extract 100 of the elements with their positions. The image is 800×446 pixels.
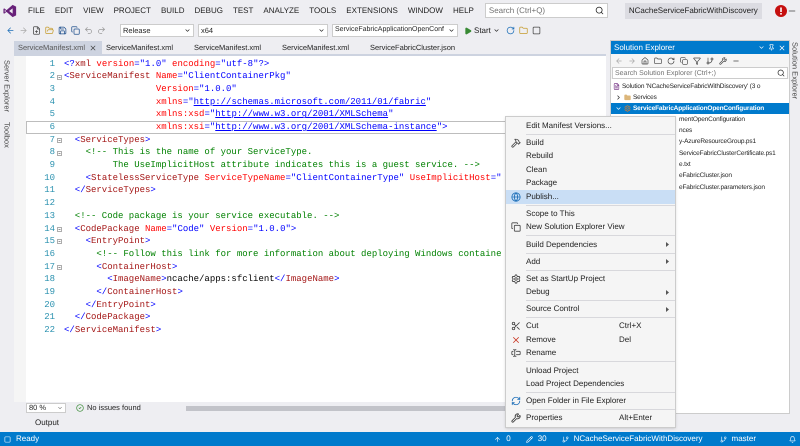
menu-item[interactable]: FILE xyxy=(23,4,50,16)
menu-item[interactable]: Build xyxy=(506,136,675,150)
menu-item[interactable]: Remove Del xyxy=(506,333,675,347)
code-line: xmlns:xsd="http://www.w3.org/2001/XMLSchema" xyxy=(154,108,394,122)
code-line: <StatelessServiceType ServiceTypeName="ClientContainerType" UseImplicitHost=" xyxy=(84,172,502,185)
alert-icon xyxy=(774,4,787,16)
menu-item[interactable]: Add xyxy=(506,254,675,268)
pencil-icon xyxy=(526,436,533,442)
build-icon xyxy=(511,138,521,148)
line-number: 19 xyxy=(43,286,55,299)
collapse-icon[interactable] xyxy=(57,264,62,270)
back-icon[interactable] xyxy=(6,26,15,35)
code-line: xmlns="http://schemas.microsoft.com/2011/01/fabric" xyxy=(154,96,432,109)
solution-name: NCacheServiceFabricWithDiscovery xyxy=(624,2,762,18)
menu-item[interactable]: Set as StartUp Project xyxy=(506,272,675,286)
repository-name[interactable]: NCacheServiceFabricWithDiscovery xyxy=(574,433,703,445)
refresh-icon[interactable] xyxy=(506,26,515,35)
line-number: 22 xyxy=(43,324,55,338)
menu-item[interactable]: New Solution Explorer View xyxy=(506,220,675,234)
line-number: 11 xyxy=(43,184,55,198)
menu-item[interactable]: Rebuild xyxy=(506,150,675,164)
line-number: 16 xyxy=(43,248,55,261)
line-number: 9 xyxy=(48,159,55,172)
save-all-icon[interactable] xyxy=(71,26,80,35)
collapse-icon[interactable] xyxy=(57,150,62,156)
save-icon[interactable] xyxy=(58,26,67,35)
line-number: 1 xyxy=(48,58,55,71)
menu-item[interactable]: Clean xyxy=(506,163,675,177)
code-line: </EntryPoint> xyxy=(84,298,156,312)
caret-icon xyxy=(492,27,500,34)
menu-item[interactable]: DEBUG xyxy=(190,4,228,16)
submenu-arrow-icon xyxy=(666,242,669,248)
line-number: 13 xyxy=(43,210,55,223)
menu-item[interactable]: Open Folder in File Explorer xyxy=(506,394,675,408)
line-number: 4 xyxy=(48,96,55,109)
cut-icon xyxy=(511,321,521,332)
collapse-icon[interactable] xyxy=(57,226,62,232)
close-icon[interactable] xyxy=(89,44,98,52)
status-count[interactable]: 0 xyxy=(506,433,511,445)
menu-item[interactable]: WINDOW xyxy=(402,4,448,16)
output-tab[interactable]: Output xyxy=(35,417,60,429)
menu-item[interactable]: Scope to This xyxy=(506,207,675,221)
open-folder-icon[interactable] xyxy=(45,26,54,35)
menu-item[interactable]: Unload Project xyxy=(506,364,675,378)
close-icon[interactable] xyxy=(778,44,786,52)
settings-icon xyxy=(511,274,521,284)
menu-item[interactable]: Package xyxy=(506,176,675,190)
menu-item[interactable]: Publish... xyxy=(506,190,675,204)
menu-item[interactable]: ANALYZE xyxy=(258,4,304,16)
search-icon xyxy=(777,69,785,77)
redo-icon[interactable] xyxy=(97,26,106,35)
menu-item[interactable]: Debug xyxy=(506,285,675,299)
search-field[interactable]: Search (Ctrl+Q) xyxy=(484,3,608,18)
wrench-icon[interactable] xyxy=(719,56,727,64)
branch-name[interactable]: master xyxy=(732,433,756,445)
menu-item[interactable]: TEST xyxy=(228,4,258,16)
menu-item[interactable]: HELP xyxy=(448,4,479,16)
menu-item[interactable]: EDIT xyxy=(50,4,78,16)
menu-item[interactable]: EXTENSIONS xyxy=(341,4,403,16)
menu-item[interactable]: Build Dependencies xyxy=(506,238,675,252)
menu-item[interactable]: Properties Alt+Enter xyxy=(506,411,675,425)
collapse-icon[interactable] xyxy=(57,239,62,244)
collapse-icon[interactable] xyxy=(57,74,62,80)
line-number: 21 xyxy=(43,311,55,324)
dropdown-icon[interactable] xyxy=(758,44,765,51)
code-line: </ContainerHost> xyxy=(95,286,183,299)
pin-icon[interactable] xyxy=(768,44,775,51)
menu-item[interactable]: PROJECT xyxy=(108,4,156,16)
code-line: <ServiceTypes> xyxy=(74,134,150,147)
code-line: <ImageName>ncache/apps:sfclient</ImageName> xyxy=(106,273,340,286)
menu-item[interactable]: Edit Manifest Versions... xyxy=(506,119,675,132)
menu-item[interactable]: TOOLS xyxy=(304,4,342,16)
menu-item[interactable]: Rename xyxy=(506,346,675,360)
search-icon xyxy=(594,6,604,15)
code-line: <ContainerHost> xyxy=(95,260,178,274)
submenu-arrow-icon xyxy=(666,290,669,295)
menu-item[interactable]: BUILD xyxy=(156,4,190,16)
menu-item[interactable]: Load Project Dependencies xyxy=(506,377,675,391)
menu-item[interactable]: Source Control xyxy=(506,302,675,316)
start-button[interactable]: Start xyxy=(462,24,502,36)
code-line: </ServiceManifest> xyxy=(64,324,162,338)
line-number: 12 xyxy=(43,197,55,210)
status-count[interactable]: 30 xyxy=(538,433,547,445)
caret-icon xyxy=(184,27,191,34)
status-text: Ready xyxy=(16,433,40,445)
caret-icon xyxy=(318,27,325,34)
up-arrow-icon xyxy=(494,436,502,442)
line-number: 8 xyxy=(48,146,55,160)
new-file-icon[interactable] xyxy=(32,26,41,35)
filter-icon[interactable] xyxy=(693,56,701,64)
code-line: xmlns:xsi="http://www.w3.org/2001/XMLSchema-instance"> xyxy=(154,121,448,134)
menu-item[interactable]: VIEW xyxy=(78,4,109,16)
collapse-icon[interactable] xyxy=(57,138,62,143)
wrench-icon xyxy=(511,413,521,424)
home-icon[interactable] xyxy=(641,56,649,64)
code-line: </ServiceTypes> xyxy=(74,184,156,198)
line-number: 15 xyxy=(43,235,55,248)
undo-icon[interactable] xyxy=(84,26,93,35)
menu-item[interactable]: Cut Ctrl+X xyxy=(506,320,675,334)
code-line: Version="1.0.0" xyxy=(154,82,237,96)
